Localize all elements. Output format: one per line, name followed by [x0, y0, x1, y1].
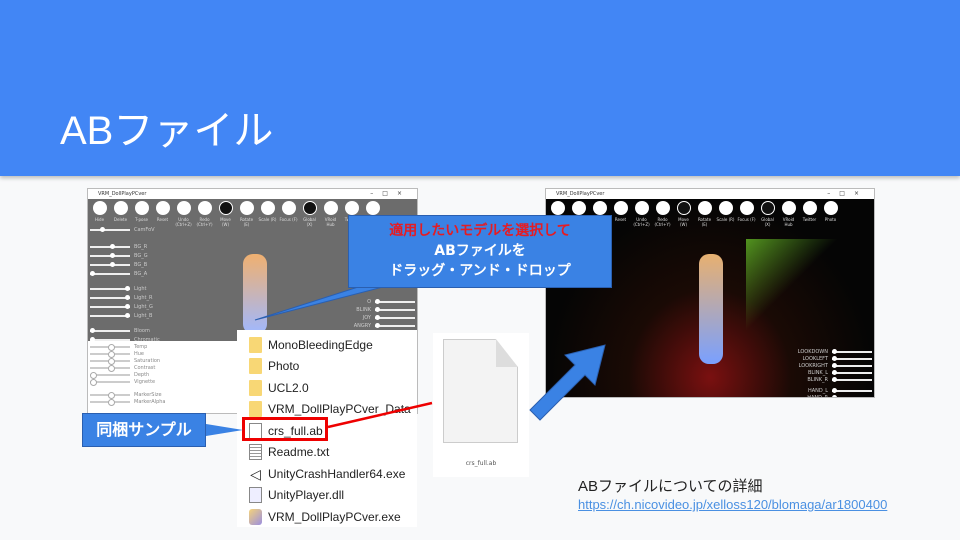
info-text: ABファイルについての詳細 [578, 478, 763, 495]
instruction-callout: 適用したいモデルを選択して ABファイルを ドラッグ・アンド・ドロップ [348, 215, 612, 288]
tag-tail [200, 423, 243, 437]
info-link[interactable]: https://ch.nicovideo.jp/xelloss120/bloma… [578, 497, 887, 512]
callout-line3: ドラッグ・アンド・ドロップ [389, 263, 571, 279]
drag-arrow [529, 344, 606, 421]
drag-line [327, 401, 433, 429]
bundled-sample-tag: 同梱サンプル [82, 413, 206, 447]
callout-line2: ABファイルを [434, 243, 526, 259]
callout-line1: 適用したいモデルを選択して [389, 223, 571, 239]
